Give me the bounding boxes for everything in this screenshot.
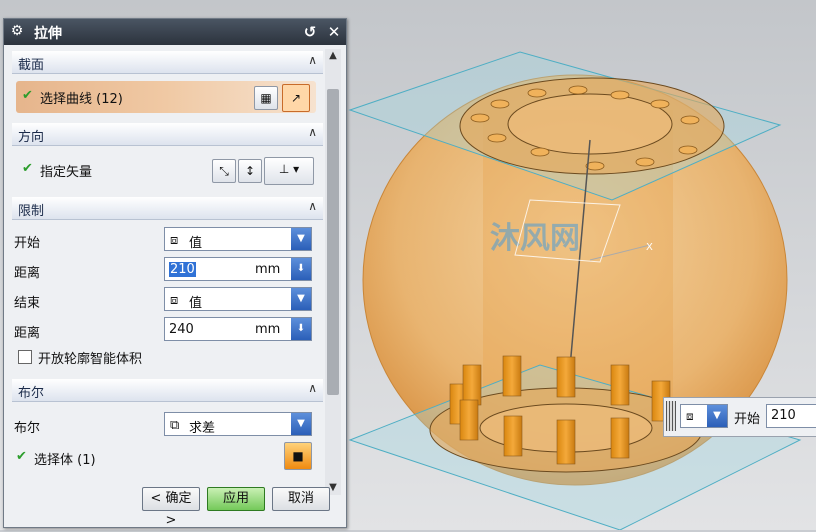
open-profile-checkbox[interactable] bbox=[18, 350, 32, 364]
section-header-label: 方向 bbox=[18, 130, 45, 145]
chevron-down-icon[interactable]: ▼ bbox=[707, 405, 727, 427]
check-icon: ✔ bbox=[22, 88, 33, 103]
extrude-dialog: ⚙ 拉伸 ↺ ✕ 截面 ∧ ✔ 选择曲线 (12) ▦ ↗ 方向 ∧ ✔ 指定矢… bbox=[3, 18, 347, 528]
collapse-icon: ∧ bbox=[308, 199, 317, 213]
start-limit-value: 值 bbox=[189, 236, 203, 251]
check-icon: ✔ bbox=[16, 449, 27, 464]
boolean-dropdown[interactable]: ⧉ 求差 ▼ bbox=[164, 412, 312, 436]
dialog-scrollbar[interactable]: ▲ ▼ bbox=[325, 49, 341, 495]
chevron-down-icon[interactable]: ▼ bbox=[291, 288, 311, 310]
floating-start-value[interactable]: 210 bbox=[766, 404, 816, 428]
vector-dialog-icon[interactable]: ↕ bbox=[238, 159, 262, 183]
subtract-icon: ⧉ bbox=[170, 418, 180, 433]
dialog-content: 截面 ∧ ✔ 选择曲线 (12) ▦ ↗ 方向 ∧ ✔ 指定矢量 ⤡ ↕ ⊥ ▾… bbox=[12, 49, 323, 495]
check-icon: ✔ bbox=[22, 161, 33, 176]
specify-vector-label: 指定矢量 bbox=[40, 165, 93, 180]
floating-limit-dropdown[interactable]: ⧈ ▼ bbox=[680, 404, 728, 428]
chevron-down-icon[interactable]: ▼ bbox=[291, 228, 311, 250]
open-profile-label: 开放轮廓智能体积 bbox=[38, 352, 143, 367]
scroll-thumb[interactable] bbox=[327, 89, 339, 395]
end-distance-label: 距离 bbox=[14, 326, 41, 341]
section-header-boolean[interactable]: 布尔 ∧ bbox=[12, 379, 323, 402]
arrow-down-icon[interactable]: ⬇ bbox=[291, 318, 311, 340]
select-curve-row[interactable]: ✔ 选择曲线 (12) ▦ ↗ bbox=[16, 81, 316, 113]
end-limit-dropdown[interactable]: ⧈ 值 ▼ bbox=[164, 287, 312, 311]
end-distance-unit: mm bbox=[255, 322, 281, 337]
cancel-button[interactable]: 取消 bbox=[272, 487, 330, 511]
section-header-limits[interactable]: 限制 ∧ bbox=[12, 197, 323, 220]
arrow-down-icon[interactable]: ⬇ bbox=[291, 258, 311, 280]
vector-type-dropdown[interactable]: ⊥ ▾ bbox=[264, 157, 314, 185]
end-limit-value: 值 bbox=[189, 296, 203, 311]
start-distance-field[interactable]: 210 mm ⬇ bbox=[164, 257, 312, 281]
floating-start-input: ⧈ ▼ 开始 210 bbox=[663, 397, 816, 437]
specify-vector-row: ✔ 指定矢量 ⤡ ↕ ⊥ ▾ bbox=[16, 153, 316, 187]
reverse-direction-icon[interactable]: ⤡ bbox=[212, 159, 236, 183]
collapse-icon: ∧ bbox=[308, 381, 317, 395]
dialog-titlebar[interactable]: ⚙ 拉伸 ↺ ✕ bbox=[4, 19, 346, 45]
section-header-direction[interactable]: 方向 ∧ bbox=[12, 123, 323, 146]
cube-icon: ⧈ bbox=[170, 293, 179, 308]
select-curve-label: 选择曲线 (12) bbox=[40, 92, 123, 107]
start-distance-label: 距离 bbox=[14, 266, 41, 281]
start-distance-value[interactable]: 210 bbox=[169, 262, 196, 277]
chevron-down-icon[interactable]: ▼ bbox=[291, 413, 311, 435]
ok-button[interactable]: < 确定 > bbox=[142, 487, 200, 528]
end-distance-value[interactable]: 240 bbox=[169, 322, 194, 337]
watermark: 沐风网 bbox=[490, 221, 580, 256]
section-header-label: 截面 bbox=[18, 58, 45, 73]
reset-icon[interactable]: ↺ bbox=[300, 22, 320, 42]
boolean-value: 求差 bbox=[189, 421, 216, 436]
collapse-icon: ∧ bbox=[308, 125, 317, 139]
start-label: 开始 bbox=[14, 236, 41, 251]
cube-icon: ⧈ bbox=[686, 409, 694, 423]
section-header-label: 布尔 bbox=[18, 386, 45, 401]
end-distance-field[interactable]: 240 mm ⬇ bbox=[164, 317, 312, 341]
apply-button[interactable]: 应用 bbox=[207, 487, 265, 511]
close-icon[interactable]: ✕ bbox=[324, 22, 344, 42]
drag-handle[interactable] bbox=[666, 401, 676, 431]
select-body-icon[interactable]: ■ bbox=[284, 442, 312, 470]
section-header-label: 限制 bbox=[18, 204, 45, 219]
cube-icon: ⧈ bbox=[170, 233, 179, 248]
collapse-icon: ∧ bbox=[308, 53, 317, 67]
dialog-title: 拉伸 bbox=[34, 26, 62, 42]
boolean-label: 布尔 bbox=[14, 421, 41, 436]
x-axis-label: X bbox=[646, 242, 653, 253]
start-distance-unit: mm bbox=[255, 262, 281, 277]
curve-icon[interactable]: ↗ bbox=[282, 84, 310, 112]
gear-icon[interactable]: ⚙ bbox=[9, 23, 25, 39]
scroll-up-icon[interactable]: ▲ bbox=[325, 49, 341, 63]
floating-start-label: 开始 bbox=[734, 412, 761, 427]
start-limit-dropdown[interactable]: ⧈ 值 ▼ bbox=[164, 227, 312, 251]
end-label: 结束 bbox=[14, 296, 41, 311]
select-body-label: 选择体 (1) bbox=[34, 453, 96, 468]
section-header-section[interactable]: 截面 ∧ bbox=[12, 51, 323, 74]
sketch-section-icon[interactable]: ▦ bbox=[254, 86, 278, 110]
